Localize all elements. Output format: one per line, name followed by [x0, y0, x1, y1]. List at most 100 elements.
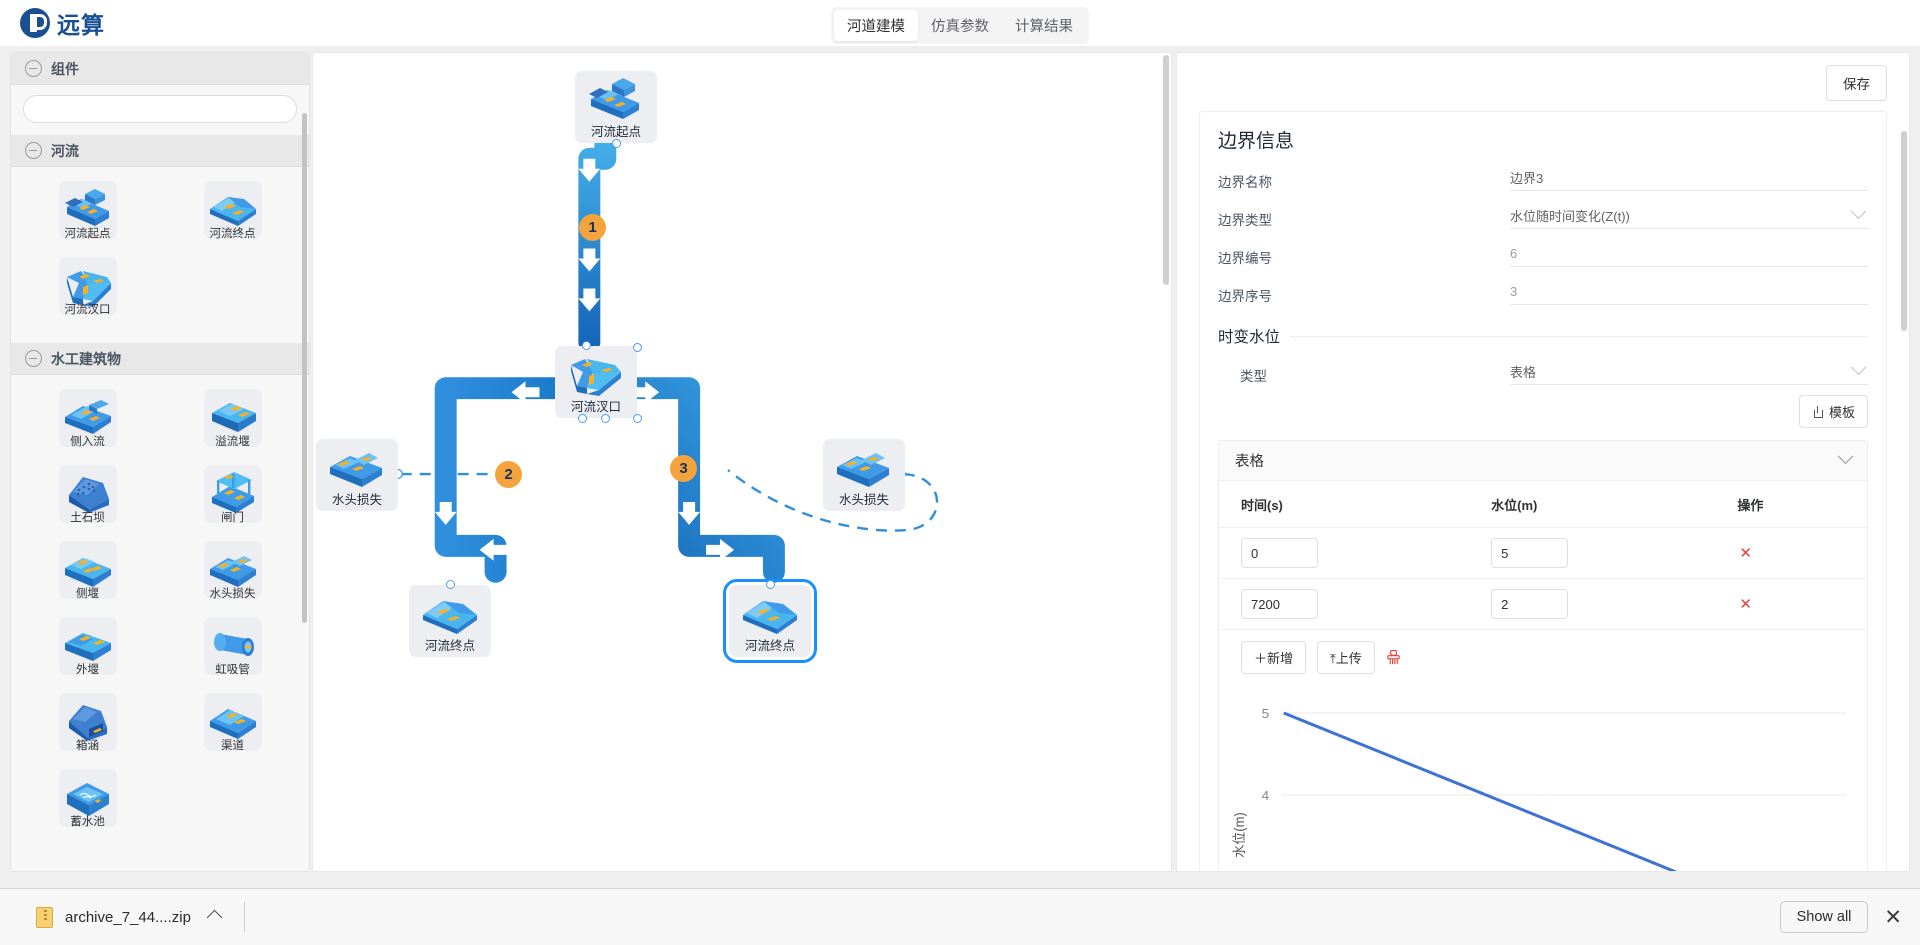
tab-results[interactable]: 计算结果 [1002, 10, 1086, 41]
palette-item-reservoir[interactable]: 蓄水池 [15, 769, 160, 829]
node-port[interactable] [633, 414, 642, 423]
node-port[interactable] [601, 414, 610, 423]
table-card: 表格 时间(s) 水位(m) 操作 0 5 ✕ 7200 2 ✕ ＋新增 ⤒上传… [1218, 440, 1868, 871]
edge-layer [392, 109, 939, 583]
palette-item-head-loss[interactable]: 水头损失 [160, 541, 305, 601]
save-row: 保存 [1177, 53, 1909, 101]
palette-item-channel[interactable]: 渠道 [160, 693, 305, 753]
table-actions: ＋新增 ⤒上传 [1219, 630, 1867, 685]
panel-scrollbar[interactable] [1901, 131, 1907, 331]
zip-file-icon [36, 906, 53, 928]
download-right: Show all ✕ [1779, 901, 1902, 933]
edge-badge-3[interactable]: 3 [670, 455, 697, 482]
section-title-components: 组件 [51, 60, 79, 77]
field-boundary-number: 边界编号 6 [1218, 239, 1868, 267]
field-boundary-name: 边界名称 边界3 [1218, 163, 1868, 191]
close-icon[interactable]: ✕ [1884, 907, 1902, 928]
brand[interactable]: 远算 [20, 6, 105, 40]
download-bar: archive_7_44....zip Show all ✕ [0, 888, 1920, 945]
time-input-row0[interactable] [1241, 538, 1318, 568]
node-port[interactable] [612, 139, 621, 148]
palette-item-river-end[interactable]: 河流终点 [160, 181, 305, 241]
node-label: 河流汊口 [570, 400, 621, 414]
canvas-node-river-junction[interactable]: 河流汊口 [555, 341, 642, 423]
caret-up-icon[interactable] [206, 909, 223, 925]
boundary-index-input[interactable]: 3 [1510, 279, 1868, 305]
time-input-row1[interactable] [1241, 589, 1318, 619]
canvas-node-river-start[interactable]: 河流起点 [575, 71, 657, 148]
table-row: ✕ [1219, 578, 1867, 630]
node-label: 水头损失 [331, 493, 382, 507]
show-all-button[interactable]: Show all [1779, 901, 1869, 933]
node-port[interactable] [633, 343, 642, 352]
palette-item-river-start[interactable]: 河流起点 [15, 181, 160, 241]
node-port[interactable] [578, 414, 587, 423]
head-loss-icon [833, 441, 895, 491]
chart-ytick-5: 5 [1262, 706, 1270, 721]
sidebar-section-river[interactable]: 河流 [11, 135, 309, 167]
table-card-header[interactable]: 表格 [1219, 441, 1867, 481]
upload-button[interactable]: ⤒上传 [1317, 641, 1375, 674]
field-value: 表格 [1510, 365, 1537, 380]
tab-river-modeling[interactable]: 河道建模 [834, 10, 918, 41]
component-search-input[interactable] [23, 95, 297, 123]
type-select[interactable]: 表格 [1510, 359, 1868, 385]
main-tabs: 河道建模 仿真参数 计算结果 [831, 7, 1089, 44]
palette-item-overflow-weir[interactable]: 溢流堰 [160, 389, 305, 449]
canvas-node-head-loss-right[interactable]: 水头损失 [823, 439, 905, 511]
brand-name: 远算 [57, 12, 105, 38]
node-port[interactable] [766, 580, 775, 589]
chevron-down-icon[interactable] [1837, 448, 1854, 465]
delete-row-button[interactable]: ✕ [1737, 595, 1754, 613]
palette-item-river-junction[interactable]: 河流汊口 [15, 257, 160, 317]
download-item[interactable]: archive_7_44....zip [18, 906, 238, 928]
river-junction-icon [565, 348, 627, 398]
top-bar: 远算 河道建模 仿真参数 计算结果 [0, 0, 1920, 46]
node-label: 河流终点 [424, 639, 475, 653]
app-root: 远算 河道建模 仿真参数 计算结果 组件 河流 河流起点 河流终点 河流汊口 水… [0, 0, 1920, 945]
sidebar-scrollbar[interactable] [302, 113, 307, 623]
field-value: 6 [1510, 246, 1518, 261]
canvas-node-river-end-left[interactable]: 河流终点 [409, 580, 491, 657]
column-header-level: 水位(m) [1491, 481, 1738, 528]
subsection-title: 时变水位 [1218, 329, 1281, 346]
boundary-type-select[interactable]: 水位随时间变化(Z(t)) [1510, 203, 1868, 229]
minus-circle-icon [25, 350, 42, 367]
diagram-canvas[interactable]: 河流起点 河流汊口 水头损失 水头损失 河流终点 河流终点 1 2 3 [312, 52, 1172, 872]
clear-brush-icon[interactable] [1386, 649, 1401, 666]
template-download-button[interactable]: 模板 [1798, 395, 1868, 428]
minus-circle-icon [25, 60, 42, 77]
boundary-number-input[interactable]: 6 [1510, 241, 1868, 267]
palette-label: 箱涵 [76, 740, 99, 752]
palette-item-box-culvert[interactable]: 箱涵 [15, 693, 160, 753]
palette-item-outer-weir[interactable]: 外堰 [15, 617, 160, 677]
sidebar-section-structures[interactable]: 水工建筑物 [11, 343, 309, 375]
template-row: 模板 [1218, 395, 1868, 428]
palette-item-lateral-inflow[interactable]: 侧入流 [15, 389, 160, 449]
canvas-node-head-loss-left[interactable]: 水头损失 [316, 439, 398, 511]
node-port[interactable] [446, 580, 455, 589]
palette-item-earth-rock-dam[interactable]: 土石坝 [15, 465, 160, 525]
boundary-name-input[interactable]: 边界3 [1510, 165, 1868, 191]
delete-row-button[interactable]: ✕ [1737, 544, 1754, 562]
level-input-row0[interactable] [1491, 538, 1569, 568]
sidebar-section-components[interactable]: 组件 [11, 53, 309, 85]
level-input-row1[interactable] [1491, 589, 1569, 619]
node-label: 河流终点 [744, 639, 795, 653]
palette-item-sluice-gate[interactable]: 闸门 [160, 465, 305, 525]
canvas-node-river-end-selected[interactable]: 河流终点 [723, 579, 817, 663]
chart-ylabel: 水位(m) [1232, 812, 1247, 857]
palette-item-siphon-pipe[interactable]: 虹吸管 [160, 617, 305, 677]
field-label: 边界序号 [1218, 289, 1272, 304]
edge-badge-1[interactable]: 1 [579, 214, 606, 241]
edge-badge-2[interactable]: 2 [495, 461, 522, 488]
add-row-button[interactable]: ＋新增 [1241, 641, 1307, 674]
node-port[interactable] [582, 341, 591, 350]
save-button[interactable]: 保存 [1826, 65, 1887, 101]
tab-simulation-params[interactable]: 仿真参数 [918, 10, 1002, 41]
canvas-scrollbar[interactable] [1163, 55, 1169, 285]
palette-item-side-weir[interactable]: 侧堰 [15, 541, 160, 601]
field-label: 边界编号 [1218, 251, 1272, 266]
palette-label: 侧入流 [70, 436, 105, 448]
river-end-icon [739, 587, 801, 637]
